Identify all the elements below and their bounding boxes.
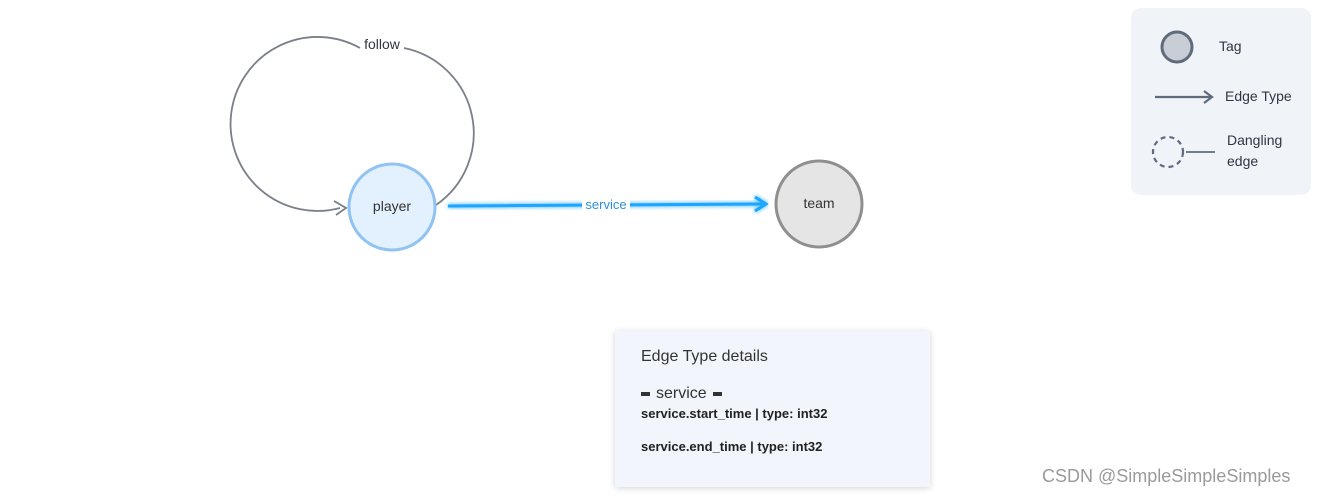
dangling-edge-icon (1151, 135, 1215, 169)
edge-type-arrow-icon (1155, 90, 1214, 104)
follow-label: follow (364, 36, 401, 52)
dash-left-icon (641, 392, 650, 396)
edge-type-details-panel: Edge Type details service service.start_… (615, 331, 930, 487)
dash-right-icon (712, 392, 722, 396)
legend-dangling-label: Dangling edge (1227, 130, 1282, 172)
team-node[interactable]: team (774, 159, 864, 249)
legend-dangling-line1: Dangling (1227, 132, 1283, 148)
tag-symbol-icon (1160, 30, 1194, 64)
team-node-label: team (803, 195, 834, 211)
service-edge[interactable]: service (447, 195, 769, 213)
details-property: service.start_time | type: int32 (641, 406, 828, 421)
legend-tag-label: Tag (1219, 38, 1242, 54)
details-edge-name-row: service (641, 385, 728, 403)
service-label: service (585, 197, 626, 212)
follow-loop-path[interactable] (229, 36, 361, 212)
player-node[interactable]: player (347, 162, 437, 252)
details-property: service.end_time | type: int32 (641, 439, 823, 454)
player-node-label: player (373, 198, 411, 214)
legend-dangling-line2: edge (1227, 153, 1259, 169)
watermark: CSDN @SimpleSimpleSimples (1042, 466, 1291, 486)
legend-edge-type-label: Edge Type (1225, 88, 1292, 104)
legend-panel: Tag Edge Type Dangling edge (1131, 8, 1311, 195)
details-edge-name: service (656, 385, 707, 402)
details-title: Edge Type details (641, 348, 768, 365)
